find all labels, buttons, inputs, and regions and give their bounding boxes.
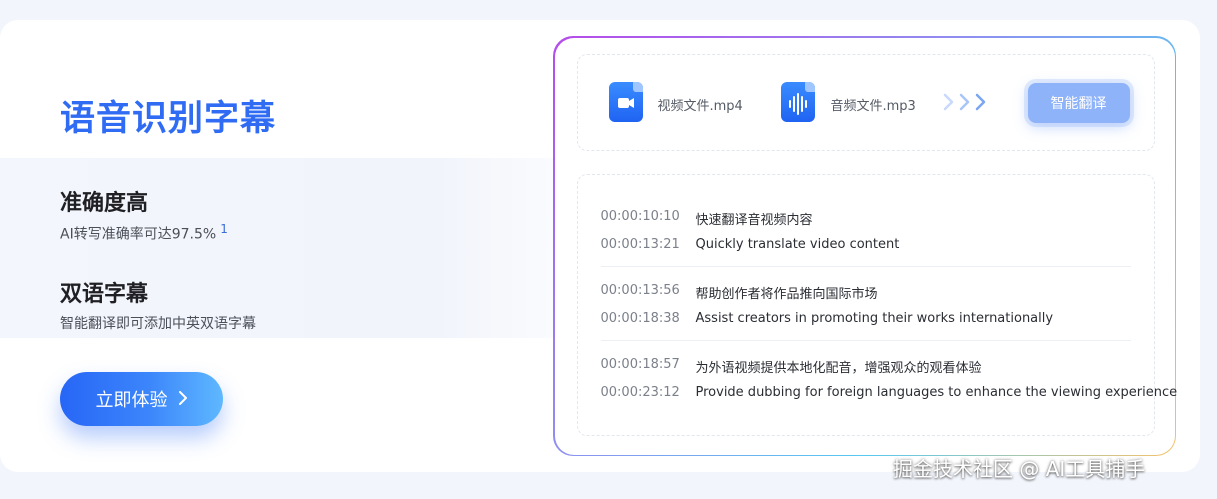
subtitle-time: 00:00:13:21 xyxy=(600,236,680,252)
chevron-right-icon xyxy=(178,389,188,410)
demo-panel-inner: 视频文件.mp4 音频文件.mp3 智能翻译 00:00:10:10 快速翻译音… xyxy=(554,37,1177,455)
subtitle-divider xyxy=(600,265,1131,267)
subtitle-text: Assist creators in promoting their works… xyxy=(695,310,1054,326)
subtitle-text: Quickly translate video content xyxy=(695,236,900,252)
watermark: 掘金技术社区 @ AI工具捕手 xyxy=(893,457,1146,481)
feature-desc-accuracy-text: AI转写准确率可达97.5% xyxy=(60,226,217,243)
subtitle-time: 00:00:18:38 xyxy=(600,310,680,326)
subtitle-divider xyxy=(600,339,1131,341)
feature-title-bilingual: 双语字幕 xyxy=(60,282,149,307)
try-now-label: 立即体验 xyxy=(95,390,168,411)
footnote-marker[interactable]: 1 xyxy=(220,222,228,236)
triple-chevron-right-icon xyxy=(942,91,992,119)
feature-desc-accuracy: AI转写准确率可达97.5% 1 xyxy=(60,222,228,244)
subtitle-time: 00:00:13:56 xyxy=(600,282,680,298)
subtitle-time: 00:00:18:57 xyxy=(600,356,680,372)
audio-file-name: 音频文件.mp3 xyxy=(830,98,916,114)
subtitle-text: 为外语视频提供本地化配音，增强观众的观看体验 xyxy=(695,360,982,376)
subtitle-text: Provide dubbing for foreign languages to… xyxy=(695,384,1178,400)
file-input-area[interactable]: 视频文件.mp4 音频文件.mp3 智能翻译 xyxy=(576,53,1155,151)
page-title: 语音识别字幕 xyxy=(60,99,277,139)
demo-panel: 视频文件.mp4 音频文件.mp3 智能翻译 00:00:10:10 快速翻译音… xyxy=(553,36,1177,456)
subtitle-text: 帮助创作者将作品推向国际市场 xyxy=(695,286,878,302)
subtitle-text: 快速翻译音视频内容 xyxy=(695,212,813,228)
video-file-icon[interactable] xyxy=(608,81,643,122)
audio-file-icon[interactable] xyxy=(780,81,815,122)
subtitle-time: 00:00:10:10 xyxy=(600,208,680,224)
feature-desc-bilingual: 智能翻译即可添加中英双语字幕 xyxy=(60,316,256,332)
subtitle-list: 00:00:10:10 快速翻译音视频内容 00:00:13:21 Quickl… xyxy=(576,173,1177,436)
feature-title-accuracy: 准确度高 xyxy=(60,191,149,216)
try-now-button[interactable]: 立即体验 xyxy=(60,372,223,426)
smart-translate-button[interactable]: 智能翻译 xyxy=(1027,82,1130,123)
subtitle-time: 00:00:23:12 xyxy=(600,384,680,400)
video-file-name: 视频文件.mp4 xyxy=(657,98,743,114)
